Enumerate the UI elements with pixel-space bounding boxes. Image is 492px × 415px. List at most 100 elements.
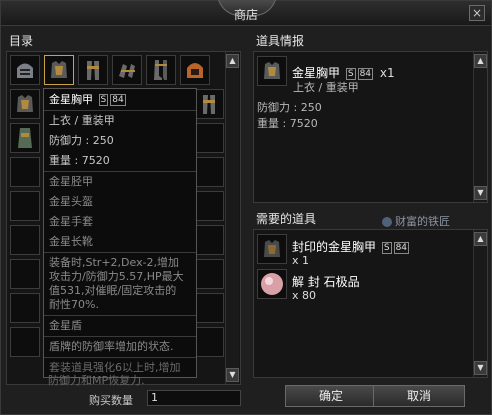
empty-slot <box>194 293 224 323</box>
window-title: 商店 <box>233 8 258 22</box>
info-item-count: x1 <box>379 66 395 80</box>
tooltip-shield-effect: 盾牌的防御率增加的状态. <box>49 340 174 353</box>
required-item-slot <box>257 269 287 299</box>
empty-slot <box>194 123 224 153</box>
catalog-label: 目录 <box>9 34 34 48</box>
blacksmith-icon <box>382 217 392 227</box>
catalog-slot-helmet-gold[interactable] <box>180 55 210 85</box>
catalog-slot-helmet[interactable] <box>10 55 40 85</box>
grade-level-badge: 84 <box>110 94 126 106</box>
ok-button[interactable]: 确定 <box>285 385 377 407</box>
catalog-scrollbar[interactable]: ▲ ▼ <box>225 52 239 384</box>
tooltip-divider <box>44 171 196 172</box>
gloves-icon <box>119 64 135 78</box>
helmet-icon <box>17 63 33 78</box>
required-item-count: x 80 <box>292 289 317 302</box>
tooltip-enchant-line: 防御力和MP恢复力. <box>48 374 145 387</box>
gaiters-icon <box>87 61 99 80</box>
close-button[interactable]: × <box>469 5 485 21</box>
tooltip-divider <box>44 315 196 316</box>
scroll-up-arrow[interactable]: ▲ <box>226 54 239 68</box>
required-item-slot <box>257 234 287 264</box>
empty-slot <box>194 157 224 187</box>
empty-slot <box>10 191 40 221</box>
tooltip-set-part: 金星手套 <box>49 215 93 228</box>
scroll-down-arrow[interactable]: ▼ <box>474 361 487 375</box>
sealed-breastplate-icon <box>264 240 280 257</box>
catalog-slot-breastplate[interactable] <box>44 55 74 85</box>
required-name-text: 封印的金星胸甲 <box>292 240 377 254</box>
blacksmith-watermark: 财富的铁匠 <box>382 213 450 229</box>
tooltip-set-effect-line: 耐性70%. <box>49 298 99 311</box>
breastplate-icon <box>51 61 67 78</box>
title-bar[interactable]: 商店 × <box>1 0 491 26</box>
tooltip-set-effect-line: 装备时,Str+2,Dex-2,增加 <box>49 256 180 269</box>
tooltip-shield: 金星盾 <box>49 319 82 332</box>
catalog-slot-armor-4[interactable] <box>10 123 40 153</box>
empty-slot <box>10 293 40 323</box>
tooltip-type: 上衣 / 重装甲 <box>49 114 115 127</box>
gold-helmet-icon <box>187 63 203 78</box>
tooltip-item-name: 金星胸甲 S 84 <box>49 93 126 107</box>
required-item-name: 解 封 石极品 <box>292 275 360 289</box>
tooltip-name-text: 金星胸甲 <box>49 93 93 106</box>
catalog-slot-boots[interactable] <box>146 55 176 85</box>
tooltip-set-effect-line: 攻击力/防御力5.57,HP最大 <box>49 270 184 283</box>
tooltip-divider <box>44 357 196 358</box>
info-item-defense: 防御力 : 250 <box>257 101 322 114</box>
catalog-slot-gaiters[interactable] <box>78 55 108 85</box>
info-item-slot <box>257 56 287 86</box>
robe-icon <box>18 128 32 148</box>
grade-badge: S <box>381 241 392 254</box>
tooltip-defense: 防御力 : 250 <box>49 134 114 147</box>
empty-slot <box>194 259 224 289</box>
empty-slot <box>194 225 224 255</box>
grade-badge: S <box>98 94 109 106</box>
info-item-weight: 重量 : 7520 <box>257 117 318 130</box>
empty-slot <box>10 327 40 357</box>
required-items-label: 需要的道具 <box>256 212 317 226</box>
unseal-stone-icon <box>261 273 283 295</box>
info-item-type: 上衣 / 重装甲 <box>293 81 359 94</box>
info-name-text: 金星胸甲 <box>292 66 341 80</box>
tooltip-set-part: 金星长靴 <box>49 235 93 248</box>
item-info-scrollbar[interactable]: ▲ ▼ <box>473 52 487 202</box>
required-scrollbar[interactable]: ▲ ▼ <box>473 230 487 377</box>
scroll-down-arrow[interactable]: ▼ <box>474 186 487 200</box>
required-item-count: x 1 <box>292 254 310 267</box>
scroll-down-arrow[interactable]: ▼ <box>226 368 239 382</box>
grade-level-badge: 84 <box>357 67 374 80</box>
breastplate-icon <box>17 95 33 112</box>
catalog-slot-gloves[interactable] <box>112 55 142 85</box>
empty-slot <box>194 327 224 357</box>
cancel-button[interactable]: 取消 <box>373 385 465 407</box>
scroll-up-arrow[interactable]: ▲ <box>474 232 487 246</box>
tooltip-divider <box>44 110 196 111</box>
gaiters-icon <box>203 95 215 114</box>
grade-level-badge: 84 <box>393 241 410 254</box>
empty-slot <box>10 225 40 255</box>
catalog-slot-armor-2[interactable] <box>10 89 40 119</box>
item-tooltip: 金星胸甲 S 84 上衣 / 重装甲 防御力 : 250 重量 : 7520 金星… <box>43 88 197 378</box>
boots-icon <box>154 60 167 80</box>
tooltip-set-part: 金星头盔 <box>49 195 93 208</box>
shop-window: 商店 × 目录 ▲ ▼ 购买数量 1 金星胸甲 S 84 上衣 / 重装甲 防御… <box>0 0 492 415</box>
required-item-name: 封印的金星胸甲 S 84 <box>292 238 410 255</box>
catalog-slot-armor-3[interactable] <box>194 89 224 119</box>
watermark-text: 财富的铁匠 <box>395 215 450 228</box>
empty-slot <box>10 259 40 289</box>
tooltip-divider <box>44 252 196 253</box>
purchase-qty-label: 购买数量 <box>89 394 133 407</box>
tooltip-set-part: 金星胫甲 <box>49 175 93 188</box>
item-info-label: 道具情报 <box>256 34 305 48</box>
tooltip-weight: 重量 : 7520 <box>49 154 110 167</box>
tooltip-divider <box>44 336 196 337</box>
tooltip-set-effect-line: 值531,对催眠/固定攻击的 <box>49 284 177 297</box>
scroll-up-arrow[interactable]: ▲ <box>474 54 487 68</box>
breastplate-icon <box>264 62 280 79</box>
grade-badge: S <box>345 67 356 80</box>
empty-slot <box>194 191 224 221</box>
tooltip-enchant-line: 套装道具强化6以上时,增加 <box>49 361 181 374</box>
purchase-qty-input[interactable]: 1 <box>147 390 241 406</box>
empty-slot <box>10 157 40 187</box>
